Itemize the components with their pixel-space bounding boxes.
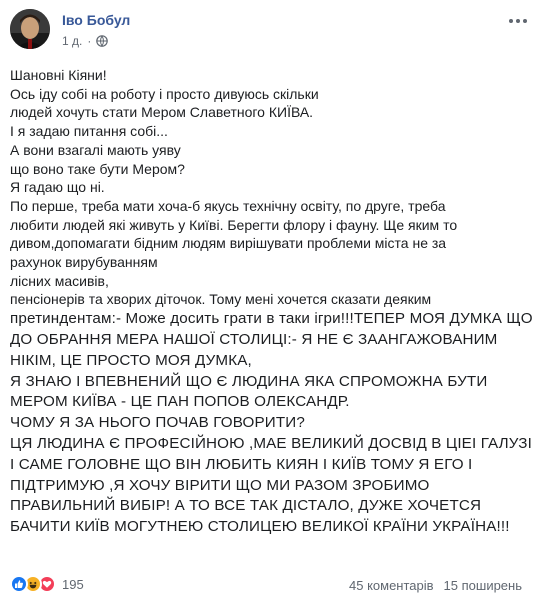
post-text-line: пенсіонерів та хворих діточок. Тому мені…: [10, 291, 432, 308]
post-text-line: А вони взагалі мають уяву: [10, 141, 181, 158]
post-text-line: По перше, треба мати хоча-б якусь техніч…: [10, 197, 446, 214]
post-text-line: І САМЕ ГОЛОВНЕ ЩО ВІН ЛЮБИТЬ КИЯН І КИЇВ…: [10, 455, 473, 473]
comments-link[interactable]: 45 коментарів: [349, 578, 434, 593]
post-text-line: претиндентам:- Може досить грати в таки …: [10, 310, 533, 328]
post-timestamp[interactable]: 1 д.: [62, 34, 82, 48]
like-icon: [10, 575, 28, 593]
post-text-line: Я ЗНАЮ І ВПЕВНЕНИЙ ЩО Є ЛЮДИНА ЯКА СПРОМ…: [10, 372, 488, 390]
reactions-summary[interactable]: 195: [10, 575, 84, 593]
post-text-line: І я задаю питання собі...: [10, 123, 168, 140]
engagement-stats: 45 коментарів 15 поширень: [349, 578, 522, 593]
post-text-line: ПІДТРИМУЮ ,Я ХОЧУ ВІРИТИ ЩО МИ РАЗОМ ЗРО…: [10, 476, 430, 494]
post-text-line: ЦЯ ЛЮДИНА Є ПРОФЕСІЙНОЮ ,МАЕ ВЕЛИКИЙ ДОС…: [10, 434, 532, 452]
post-text-line: ДО ОБРАННЯ МЕРА НАШОЇ СТОЛИЦІ:- Я НЕ Є З…: [10, 330, 498, 348]
author-avatar[interactable]: [10, 9, 50, 49]
post-text-line: ПРАВИЛЬНИЙ ВИБІР! А ТО ВСЕ ТАК ДІСТАЛО, …: [10, 497, 482, 515]
reaction-count: 195: [62, 576, 84, 592]
more-options-icon[interactable]: [506, 13, 530, 29]
meta-separator: ·: [87, 34, 92, 48]
post-text-line: НІКІМ, ЦЕ ПРОСТО МОЯ ДУМКА,: [10, 351, 252, 369]
author-name[interactable]: Іво Бобул: [62, 12, 130, 28]
post-body: Шановні Кіяни! Ось іду собі на роботу і п…: [10, 66, 533, 538]
shares-link[interactable]: 15 поширень: [444, 578, 522, 593]
post-text-line: Шановні Кіяни!: [10, 67, 107, 83]
post-text-line: Ось іду собі на роботу і просто дивуюсь …: [10, 85, 319, 102]
globe-icon[interactable]: [96, 35, 109, 47]
post-text-line: любити людей які живуть у Київі. Берегти…: [10, 216, 458, 233]
post-text-line: що воно таке бути Мером?: [10, 160, 185, 177]
post-text-line: Я гадаю що ні.: [10, 179, 105, 196]
post-text-line: дивом,допомагати бідним людям вирішувати…: [10, 235, 447, 252]
post-text-line: БАЧИТИ КИЇВ МОГУТНЕЮ СТОЛИЦЕЮ ВЕЛИКОЇ КР…: [10, 518, 510, 536]
post-text-line: людей хочуть стати Мером Славетного КИЇВ…: [10, 104, 314, 121]
post-header: Іво Бобул 1 д. ·: [10, 9, 530, 53]
post-text-line: МЕРОМ КИЇВА - ЦЕ ПАН ПОПОВ ОЛЕКСАНДР.: [10, 393, 350, 411]
post-footer: 195 45 коментарів 15 поширень: [10, 575, 530, 599]
post-text-line: ЧОМУ Я ЗА НЬОГО ПОЧАВ ГОВОРИТИ?: [10, 414, 305, 432]
post-meta: 1 д. ·: [62, 34, 109, 48]
post-text-line: лісних масивів,: [10, 272, 109, 289]
post-text-line: рахунок вирубуванням: [10, 254, 158, 271]
